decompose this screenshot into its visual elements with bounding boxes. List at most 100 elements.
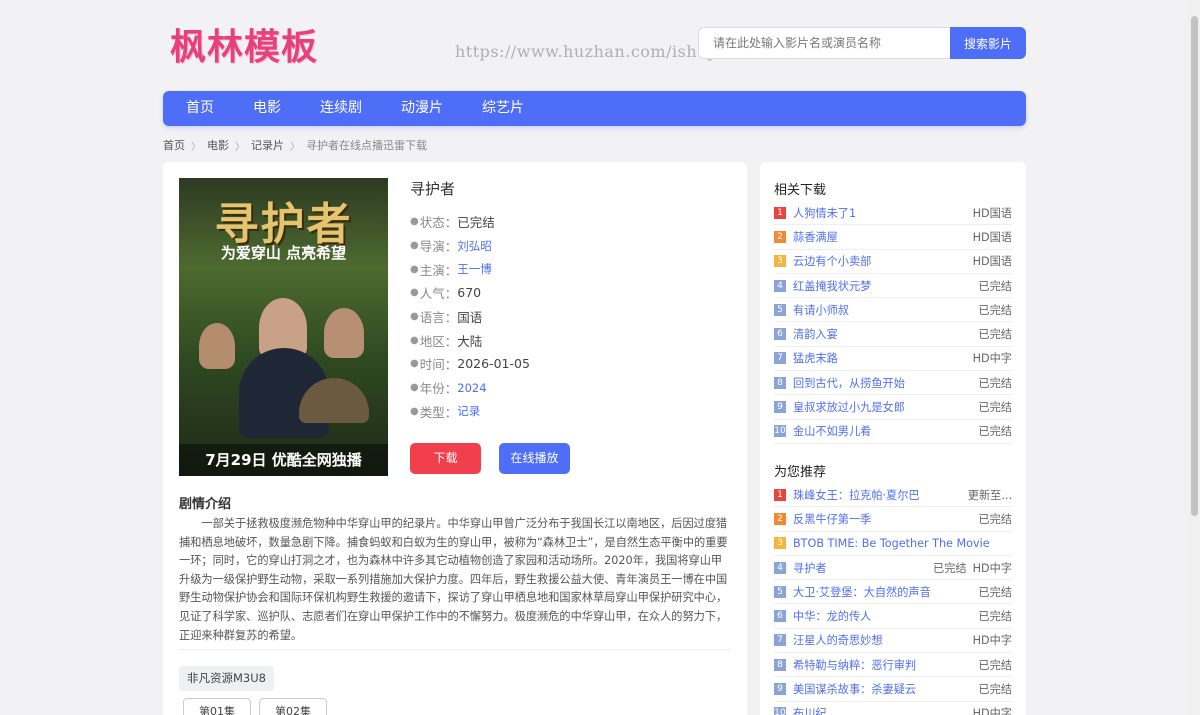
item-quality: HD国语 xyxy=(972,255,1012,269)
info-label: 类型： xyxy=(419,404,458,420)
list-item[interactable]: 6 中华：龙的传人 已完结 xyxy=(774,604,1012,629)
item-title[interactable]: 布川纪 xyxy=(793,705,967,715)
source-tab[interactable]: 非凡资源M3U8 xyxy=(179,666,274,691)
list-item[interactable]: 2 蒜香满屋 HD国语 xyxy=(774,225,1012,250)
item-title[interactable]: 清韵入宴 xyxy=(793,326,972,342)
list-item[interactable]: 10 布川纪 HD中字 xyxy=(774,702,1012,715)
nav-series[interactable]: 连续剧 xyxy=(305,91,377,126)
list-item[interactable]: 1 人狗情未了1 HD国语 xyxy=(774,201,1012,226)
rank-badge: 5 xyxy=(774,303,786,316)
nav-anime[interactable]: 动漫片 xyxy=(386,91,458,126)
item-title[interactable]: 中华：龙的传人 xyxy=(793,608,972,624)
rank-badge: 3 xyxy=(774,537,786,550)
list-item[interactable]: 7 猛虎末路 HD中字 xyxy=(774,347,1012,372)
info-label: 主演： xyxy=(419,262,458,278)
rank-badge: 9 xyxy=(774,683,786,696)
search-button[interactable]: 搜索影片 xyxy=(950,27,1026,59)
nav-variety[interactable]: 综艺片 xyxy=(467,91,539,126)
item-quality: 已完结 xyxy=(978,512,1012,526)
info-value: 已完结 xyxy=(457,215,495,231)
rank-badge: 8 xyxy=(774,658,786,671)
page-scrollbar[interactable] xyxy=(1188,0,1200,715)
list-item[interactable]: 4 寻护者 已完结 HD中字 xyxy=(774,556,1012,581)
item-title[interactable]: 反黑牛仔第一季 xyxy=(793,511,972,527)
item-title[interactable]: BTOB TIME: Be Together The Movie xyxy=(793,537,1012,550)
item-quality: 已完结 xyxy=(978,401,1012,415)
item-title[interactable]: 希特勒与纳粹：恶行审判 xyxy=(793,657,972,673)
list-item[interactable]: 8 希特勒与纳粹：恶行审判 已完结 xyxy=(774,653,1012,678)
item-quality: HD国语 xyxy=(972,230,1012,244)
list-item[interactable]: 10 金山不如男儿肴 已完结 xyxy=(774,420,1012,444)
item-title[interactable]: 美国谋杀故事：杀妻疑云 xyxy=(793,681,972,697)
list-item[interactable]: 3 云边有个小卖部 HD国语 xyxy=(774,250,1012,274)
info-value[interactable]: 王一博 xyxy=(457,261,492,277)
nav-movies[interactable]: 电影 xyxy=(238,91,296,126)
bullet-icon: ● xyxy=(410,287,419,299)
bullet-icon: ● xyxy=(410,382,419,394)
item-title[interactable]: 回到古代，从捞鱼开始 xyxy=(793,375,972,391)
list-item[interactable]: 9 美国谋杀故事：杀妻疑云 已完结 xyxy=(774,677,1012,702)
info-row: ● 导演： 刘弘昭 xyxy=(410,234,730,258)
info-label: 导演： xyxy=(419,239,458,255)
list-item[interactable]: 4 红盖掩我状元梦 已完结 xyxy=(774,274,1012,299)
movie-info: 寻护者 ● 状态： 已完结 ● 导演： 刘弘昭 ● 主演： 王一博 ● 人气： 670 ● 语言： 国语 ● 地… xyxy=(410,178,730,423)
item-title[interactable]: 金山不如男儿肴 xyxy=(793,423,972,439)
episode-button[interactable]: 第01集 xyxy=(183,698,251,715)
nav-home[interactable]: 首页 xyxy=(171,91,229,126)
download-button[interactable]: 下载 xyxy=(410,443,481,474)
item-title[interactable]: 珠峰女王：拉克帕·夏尔巴 xyxy=(793,487,962,503)
rank-badge: 7 xyxy=(774,352,786,365)
item-quality: HD中字 xyxy=(972,707,1012,715)
item-title[interactable]: 大卫·艾登堡：大自然的声音 xyxy=(793,584,972,600)
bullet-icon: ● xyxy=(410,263,419,275)
play-online-button[interactable]: 在线播放 xyxy=(499,443,570,474)
breadcrumb-movies[interactable]: 电影 xyxy=(207,137,229,153)
movie-poster[interactable]: 寻护者 为爱穿山 点亮希望 7月29日 优酷全网独播 xyxy=(179,178,388,476)
item-quality: 已完结 xyxy=(978,610,1012,624)
poster-subtitle: 为爱穿山 点亮希望 xyxy=(220,244,347,262)
item-quality: 更新至... xyxy=(967,488,1012,502)
list-item[interactable]: 6 清韵入宴 已完结 xyxy=(774,322,1012,347)
list-item[interactable]: 9 皇叔求放过小九是女郎 已完结 xyxy=(774,395,1012,420)
info-value[interactable]: 记录 xyxy=(457,403,480,419)
list-item[interactable]: 3 BTOB TIME: Be Together The Movie xyxy=(774,532,1012,556)
rank-badge: 6 xyxy=(774,328,786,341)
item-title[interactable]: 红盖掩我状元梦 xyxy=(793,278,972,294)
item-title[interactable]: 人狗情未了1 xyxy=(793,205,967,221)
info-label: 语言： xyxy=(419,310,458,326)
list-item[interactable]: 7 汪星人的奇思妙想 HD中字 xyxy=(774,629,1012,654)
rank-badge: 9 xyxy=(774,401,786,414)
item-title[interactable]: 寻护者 xyxy=(793,560,925,576)
rank-badge: 1 xyxy=(774,488,786,501)
info-row: ● 人气： 670 xyxy=(410,281,730,305)
rank-badge: 6 xyxy=(774,610,786,623)
info-value[interactable]: 刘弘昭 xyxy=(457,238,492,254)
list-item[interactable]: 8 回到古代，从捞鱼开始 已完结 xyxy=(774,371,1012,396)
item-title[interactable]: 蒜香满屋 xyxy=(793,229,967,245)
info-row: ● 状态： 已完结 xyxy=(410,210,730,234)
bullet-icon: ● xyxy=(410,216,419,228)
list-item[interactable]: 5 有请小师叔 已完结 xyxy=(774,298,1012,323)
bullet-icon: ● xyxy=(410,334,419,346)
recommend-heading: 为您推荐 xyxy=(774,465,827,480)
breadcrumb-separator: 〉 xyxy=(191,141,201,153)
breadcrumb-documentary[interactable]: 记录片 xyxy=(251,137,284,153)
info-row: ● 类型： 记录 xyxy=(410,400,730,424)
item-title[interactable]: 猛虎末路 xyxy=(793,350,967,366)
list-item[interactable]: 5 大卫·艾登堡：大自然的声音 已完结 xyxy=(774,580,1012,605)
list-item[interactable]: 2 反黑牛仔第一季 已完结 xyxy=(774,507,1012,532)
item-title[interactable]: 汪星人的奇思妙想 xyxy=(793,632,967,648)
scrollbar-thumb[interactable] xyxy=(1191,16,1198,516)
list-item[interactable]: 1 珠峰女王：拉克帕·夏尔巴 更新至... xyxy=(774,483,1012,508)
rank-badge: 8 xyxy=(774,376,786,389)
episode-button[interactable]: 第02集 xyxy=(259,698,327,715)
site-logo[interactable]: 枫林模板 xyxy=(170,18,318,70)
search-input[interactable] xyxy=(698,27,950,59)
info-value[interactable]: 2024 xyxy=(457,381,486,395)
item-title[interactable]: 云边有个小卖部 xyxy=(793,253,967,269)
info-row: ● 主演： 王一博 xyxy=(410,257,730,281)
breadcrumb-home[interactable]: 首页 xyxy=(163,137,185,153)
info-label: 年份： xyxy=(419,381,458,397)
item-title[interactable]: 皇叔求放过小九是女郎 xyxy=(793,399,972,415)
item-title[interactable]: 有请小师叔 xyxy=(793,302,972,318)
